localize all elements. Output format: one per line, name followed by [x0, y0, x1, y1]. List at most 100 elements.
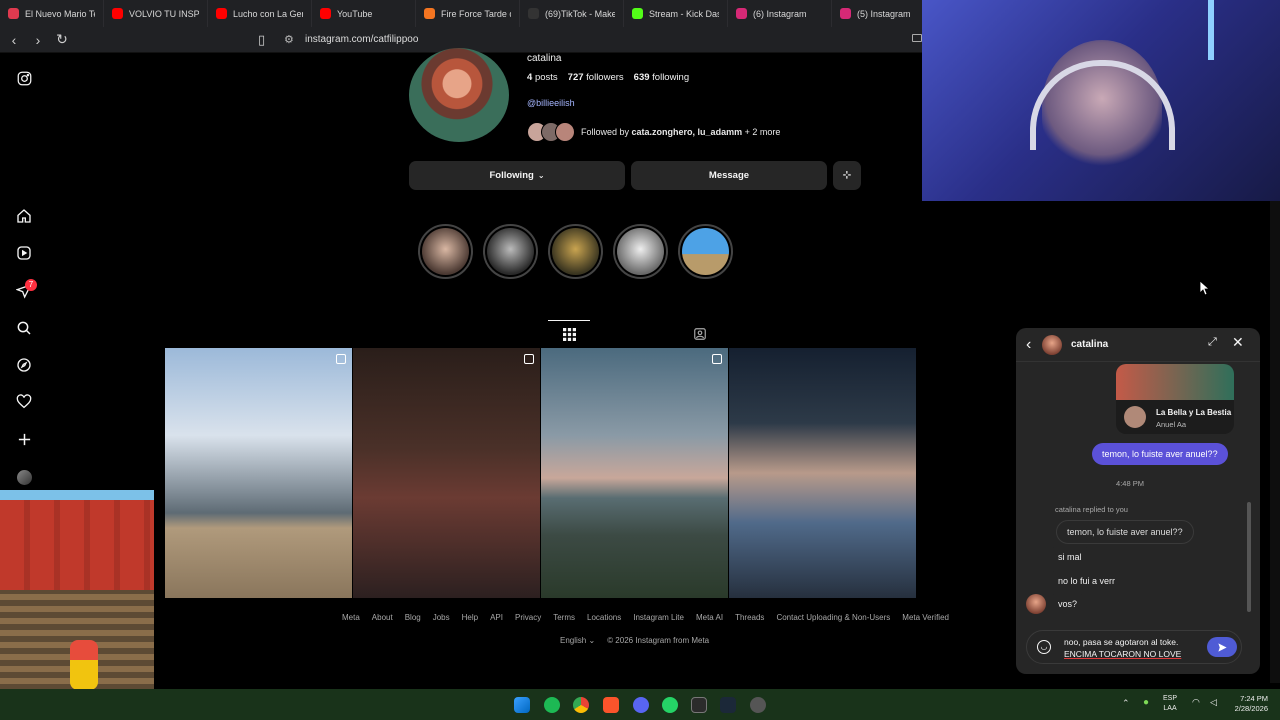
message-bubble-incoming[interactable]: si mal — [1048, 546, 1092, 568]
story-highlight[interactable] — [548, 224, 603, 279]
browser-tab[interactable]: (69)TikTok - Make Y — [520, 0, 624, 27]
message-bubble-outgoing[interactable]: temon, lo fuiste aver anuel?? — [1092, 443, 1228, 465]
post-thumbnail[interactable] — [353, 348, 540, 598]
create-icon[interactable] — [15, 430, 33, 448]
following-stat[interactable]: 639 following — [634, 72, 689, 83]
explore-icon[interactable] — [15, 356, 33, 374]
tab-posts[interactable] — [548, 320, 590, 347]
browser-tab[interactable]: VOLVIO TU INSPECT — [104, 0, 208, 27]
browser-tab[interactable]: YouTube — [312, 0, 416, 27]
footer-link[interactable]: About — [372, 613, 393, 622]
footer-link[interactable]: Blog — [405, 613, 421, 622]
footer-link[interactable]: Help — [462, 613, 478, 622]
volume-icon[interactable]: ◁ — [1210, 697, 1217, 708]
reader-mode-icon[interactable] — [912, 34, 922, 42]
story-highlight[interactable] — [613, 224, 668, 279]
post-thumbnail[interactable] — [729, 348, 916, 598]
story-highlight[interactable] — [483, 224, 538, 279]
browser-tab[interactable]: (5) Instagram — [832, 0, 936, 27]
reload-icon[interactable]: ↻ — [52, 31, 72, 48]
clock[interactable]: 7:24 PM 2/28/2026 — [1226, 694, 1268, 714]
browser-tab[interactable]: Stream - Kick Dashb — [624, 0, 728, 27]
story-highlight[interactable] — [678, 224, 733, 279]
shared-song-card[interactable]: La Bella y La Bestia Anuel Aa — [1116, 364, 1234, 434]
browser-tab[interactable]: El Nuevo Mario Ten — [0, 0, 104, 27]
profile-avatar-icon[interactable] — [15, 468, 33, 486]
footer-link[interactable]: API — [490, 613, 503, 622]
profile-avatar[interactable] — [409, 48, 509, 142]
chat-contact-avatar[interactable] — [1042, 335, 1062, 355]
start-icon[interactable] — [514, 697, 530, 713]
expand-icon[interactable]: ⤢ — [1208, 336, 1217, 349]
forward-icon[interactable]: › — [28, 32, 48, 48]
brave-icon[interactable] — [603, 697, 619, 713]
footer-link[interactable]: Threads — [735, 613, 764, 622]
wifi-icon[interactable]: ◠ — [1192, 697, 1200, 708]
tab-title: Lucho con La Gente — [233, 8, 303, 19]
youtube-icon — [112, 8, 123, 19]
quoted-reply-bubble[interactable]: temon, lo fuiste aver anuel?? — [1056, 520, 1194, 544]
following-button[interactable]: Following ⌄ — [409, 161, 625, 190]
whatsapp-icon[interactable] — [662, 697, 678, 713]
instagram-icon — [840, 8, 851, 19]
address-bar[interactable]: instagram.com/catfilippoo — [305, 34, 418, 45]
bookmark-icon[interactable]: ▯ — [258, 32, 265, 48]
home-icon[interactable] — [15, 207, 33, 225]
back-icon[interactable]: ‹ — [1026, 336, 1031, 354]
language-select[interactable]: English ⌄ — [560, 636, 595, 645]
app-icon[interactable] — [750, 697, 766, 713]
chat-scrollbar-thumb[interactable] — [1247, 502, 1251, 612]
posts-stat: 4 posts — [527, 72, 558, 83]
chat-header: ‹ catalina ⤢ ✕ — [1016, 328, 1260, 362]
footer-link[interactable]: Locations — [587, 613, 621, 622]
footer-link[interactable]: Privacy — [515, 613, 541, 622]
crunchyroll-icon — [424, 8, 435, 19]
footer-link[interactable]: Instagram Lite — [633, 613, 684, 622]
carousel-icon — [524, 354, 534, 364]
post-thumbnail[interactable] — [541, 348, 728, 598]
emoji-icon[interactable]: ◡ — [1037, 640, 1051, 654]
instagram-logo-icon[interactable] — [15, 69, 33, 87]
followed-by[interactable]: Followed by cata.zonghero, lu_adamm + 2 … — [527, 122, 780, 142]
back-icon[interactable]: ‹ — [4, 32, 24, 48]
footer-link[interactable]: Meta Verified — [902, 613, 949, 622]
footer-link[interactable]: Jobs — [433, 613, 450, 622]
reels-icon[interactable] — [15, 244, 33, 262]
search-icon[interactable] — [15, 319, 33, 337]
message-button[interactable]: Message — [631, 161, 827, 190]
footer-link[interactable]: Meta AI — [696, 613, 723, 622]
suggest-user-button[interactable]: ⊹ — [833, 161, 861, 190]
steam-icon[interactable] — [720, 697, 736, 713]
post-thumbnail[interactable] — [165, 348, 352, 598]
screen: El Nuevo Mario Ten VOLVIO TU INSPECT Luc… — [0, 0, 1280, 720]
message-composer[interactable]: ◡ noo, pasa se agotaron al toke. ENCIMA … — [1026, 630, 1242, 664]
send-button[interactable] — [1207, 637, 1237, 657]
copyright: © 2026 Instagram from Meta — [607, 636, 710, 645]
tab-tagged[interactable] — [680, 320, 720, 347]
discord-icon[interactable] — [633, 697, 649, 713]
story-highlight[interactable] — [418, 224, 473, 279]
message-bubble-incoming[interactable]: vos? — [1048, 593, 1088, 615]
obs-icon[interactable] — [691, 697, 707, 713]
chevron-up-icon[interactable]: ⌃ — [1122, 698, 1130, 709]
followers-stat[interactable]: 727 followers — [568, 72, 624, 83]
page-scrollbar[interactable] — [1270, 201, 1280, 683]
chrome-icon[interactable] — [573, 697, 589, 713]
footer-link[interactable]: Terms — [553, 613, 575, 622]
close-icon[interactable]: ✕ — [1232, 334, 1244, 351]
language-indicator[interactable]: ESP LAA — [1163, 694, 1177, 714]
message-bubble-incoming[interactable]: no lo fui a verr — [1048, 570, 1126, 592]
heart-icon[interactable] — [15, 393, 33, 411]
browser-tab[interactable]: (6) Instagram — [728, 0, 832, 27]
footer-link[interactable]: Meta — [342, 613, 360, 622]
microphone-icon[interactable]: ● — [1143, 697, 1149, 708]
tab-title: Fire Force Tarde de — [441, 8, 511, 19]
browser-tab[interactable]: Fire Force Tarde de — [416, 0, 520, 27]
footer-link[interactable]: Contact Uploading & Non-Users — [776, 613, 890, 622]
browser-tab[interactable]: Lucho con La Gente — [208, 0, 312, 27]
bio-link[interactable]: @billieeilish — [527, 98, 575, 108]
chat-scrollbar[interactable] — [1247, 368, 1251, 616]
spotify-icon[interactable] — [544, 697, 560, 713]
site-info-icon[interactable]: ⚙ — [284, 33, 294, 46]
chat-contact-name[interactable]: catalina — [1071, 339, 1108, 350]
